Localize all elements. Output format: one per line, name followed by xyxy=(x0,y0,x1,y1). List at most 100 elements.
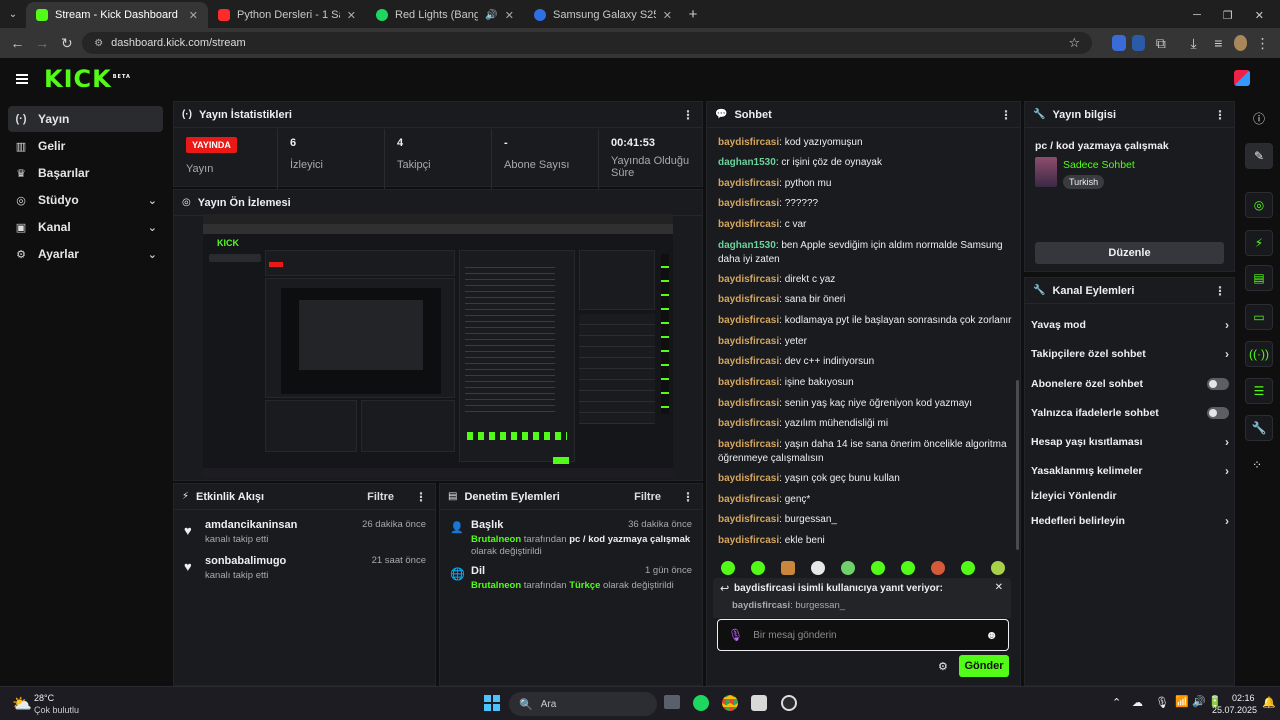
filter-button[interactable]: Filtre xyxy=(634,491,661,503)
emote-icon[interactable] xyxy=(871,561,885,575)
chat-username[interactable]: baydisfircasi xyxy=(718,274,779,285)
action-slow-mode[interactable]: Yavaş mod › xyxy=(1031,315,1229,335)
action-goals[interactable]: Hedefleri belirleyin › xyxy=(1031,511,1229,531)
tab-python-dersleri[interactable]: Python Dersleri - 1 Saatte Tama ✕ xyxy=(208,2,366,28)
taskbar-search[interactable]: 🔍 Ara xyxy=(509,692,657,716)
chat-username[interactable]: baydisfircasi xyxy=(718,418,779,429)
url-field[interactable]: ⚙ dashboard.kick.com/stream ☆ xyxy=(82,32,1093,54)
moderator-name[interactable]: Brutalneon xyxy=(471,580,521,591)
new-tab-button[interactable]: + xyxy=(682,2,704,28)
reload-icon[interactable]: ↻ xyxy=(57,35,76,52)
chat-username[interactable]: baydisfircasi xyxy=(718,377,779,388)
windows-start-icon[interactable] xyxy=(484,695,500,711)
chat-username[interactable]: baydisfircasi xyxy=(718,198,779,209)
download-icon[interactable]: ⤓ xyxy=(1184,35,1203,52)
edit-rail-button[interactable]: ✎ xyxy=(1245,143,1273,169)
sidebar-item-kanal[interactable]: ▣ Kanal ⌄ xyxy=(8,214,163,240)
chat-input[interactable]: 🎙 Bir mesaj gönderin ☻ xyxy=(717,619,1009,651)
rail-button[interactable]: ◎ xyxy=(1245,192,1273,218)
sidebar-item-ayarlar[interactable]: ⚙ Ayarlar ⌄ xyxy=(8,241,163,267)
tab-list-button[interactable]: ⌄ xyxy=(0,2,26,28)
file-explorer-icon[interactable] xyxy=(664,695,680,709)
microphone-icon[interactable]: 🎙 xyxy=(728,628,743,642)
chat-username[interactable]: baydisfircasi xyxy=(718,473,779,484)
rail-button[interactable]: ((·)) xyxy=(1245,341,1273,367)
emote-icon[interactable] xyxy=(751,561,765,575)
subscribers-only-toggle[interactable] xyxy=(1207,378,1229,390)
profile-avatar-icon[interactable] xyxy=(1233,35,1248,51)
chat-scrollbar[interactable] xyxy=(1016,380,1019,550)
emote-icon[interactable] xyxy=(841,561,855,575)
audio-playing-icon[interactable]: 🔊 xyxy=(485,10,497,21)
emote-icon[interactable] xyxy=(781,561,795,575)
emotes-only-toggle[interactable] xyxy=(1207,407,1229,419)
more-options-icon[interactable]: ⋮ xyxy=(1214,108,1226,122)
close-tab-icon[interactable]: ✕ xyxy=(347,9,356,22)
more-options-icon[interactable]: ⋮ xyxy=(1214,284,1226,298)
tray-chevron-icon[interactable]: ⌃ xyxy=(1112,696,1121,709)
chat-username[interactable]: baydisfircasi xyxy=(718,178,779,189)
rail-button[interactable]: ▭ xyxy=(1245,304,1273,330)
app-icon[interactable] xyxy=(751,695,767,711)
spotify-icon[interactable] xyxy=(693,695,709,711)
close-tab-icon[interactable]: ✕ xyxy=(189,9,198,22)
chat-username[interactable]: baydisfircasi xyxy=(718,294,779,305)
emoji-picker-icon[interactable]: ☻ xyxy=(985,628,998,642)
more-options-icon[interactable]: ⋮ xyxy=(682,490,694,504)
chat-username[interactable]: baydisfircasi xyxy=(718,315,779,326)
rail-button[interactable]: ☰ xyxy=(1245,378,1273,404)
notification-bell-icon[interactable]: 🔔 xyxy=(1262,696,1276,709)
tab-kick-dashboard[interactable]: Stream - Kick Dashboard ✕ xyxy=(26,2,208,28)
action-account-age[interactable]: Hesap yaşı kısıtlaması › xyxy=(1031,432,1229,452)
extension-icon[interactable] xyxy=(1112,35,1126,51)
chat-username[interactable]: daghan1530 xyxy=(718,157,776,168)
menu-hamburger-icon[interactable] xyxy=(16,78,28,80)
back-icon[interactable]: ← xyxy=(8,35,27,51)
sidebar-item-basarilar[interactable]: ♛ Başarılar xyxy=(8,160,163,186)
close-window-icon[interactable]: ✕ xyxy=(1255,9,1264,22)
emote-icon[interactable] xyxy=(901,561,915,575)
rail-button[interactable]: 🔧 xyxy=(1245,415,1273,441)
chat-username[interactable]: daghan1530 xyxy=(718,240,776,251)
volume-icon[interactable]: 🔊 xyxy=(1192,695,1206,708)
more-options-icon[interactable]: ⋮ xyxy=(1000,108,1012,122)
moderator-name[interactable]: Brutalneon xyxy=(471,534,521,545)
chat-username[interactable]: baydisfircasi xyxy=(718,336,779,347)
emote-icon[interactable] xyxy=(931,561,945,575)
chat-username[interactable]: baydisfircasi xyxy=(718,439,779,450)
send-button[interactable]: Gönder xyxy=(959,655,1009,677)
more-options-icon[interactable]: ⋮ xyxy=(682,108,694,122)
emote-icon[interactable] xyxy=(811,561,825,575)
clock-date[interactable]: 25.07.2025 xyxy=(1212,705,1257,715)
info-icon[interactable]: ⓘ xyxy=(1253,110,1265,127)
chrome-icon[interactable] xyxy=(722,695,738,711)
shield-extension-icon[interactable] xyxy=(1131,35,1146,51)
weather-icon[interactable]: ⛅ xyxy=(12,694,32,714)
action-banned-words[interactable]: Yasaklanmış kelimeler › xyxy=(1031,461,1229,481)
wifi-icon[interactable]: 📶 xyxy=(1175,695,1189,708)
sidebar-item-studyo[interactable]: ◎ Stüdyo ⌄ xyxy=(8,187,163,213)
sidebar-item-yayin[interactable]: (·) Yayın xyxy=(8,106,163,132)
user-avatar[interactable] xyxy=(1234,70,1250,86)
edit-button[interactable]: Düzenle xyxy=(1035,242,1224,264)
forward-icon[interactable]: → xyxy=(33,35,52,51)
action-followers-only[interactable]: Takipçilere özel sohbet › xyxy=(1031,344,1229,364)
site-info-icon[interactable]: ⚙ xyxy=(94,38,103,49)
sidebar-item-gelir[interactable]: ▥ Gelir xyxy=(8,133,163,159)
chat-username[interactable]: baydisfircasi xyxy=(718,356,779,367)
browser-menu-icon[interactable]: ⋮ xyxy=(1253,35,1272,52)
emote-icon[interactable] xyxy=(991,561,1005,575)
chat-username[interactable]: baydisfircasi xyxy=(718,514,779,525)
bookmark-star-icon[interactable]: ☆ xyxy=(1069,35,1081,51)
tab-samsung-galaxy[interactable]: Samsung Galaxy S25 128 GB Fi ✕ xyxy=(524,2,682,28)
emote-icon[interactable] xyxy=(721,561,735,575)
clock-time[interactable]: 02:16 xyxy=(1232,693,1255,703)
kick-logo[interactable]: KICKBETA xyxy=(44,65,131,93)
action-host[interactable]: İzleyici Yönlendir xyxy=(1031,486,1229,506)
maximize-icon[interactable]: ❐ xyxy=(1223,9,1233,22)
chat-username[interactable]: baydisfircasi xyxy=(718,535,779,546)
chat-username[interactable]: baydisfircasi xyxy=(718,137,779,148)
rail-button[interactable]: ▤ xyxy=(1245,265,1273,291)
chat-username[interactable]: baydisfircasi xyxy=(718,398,779,409)
close-tab-icon[interactable]: ✕ xyxy=(505,9,514,22)
